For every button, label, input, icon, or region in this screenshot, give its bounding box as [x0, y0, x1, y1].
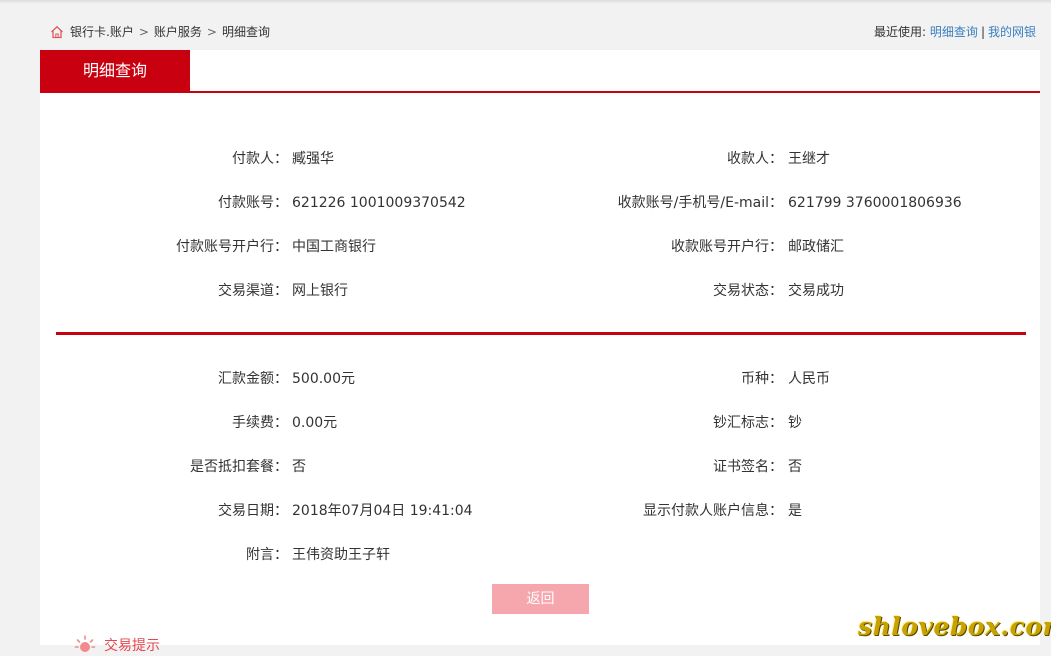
cert-value: 否 — [788, 459, 802, 475]
fee-value: 0.00元 — [292, 415, 338, 431]
recent-links: 最近使用: 明细查询 | 我的网银 — [874, 23, 1036, 40]
payee-account-value: 621799 3760001806936 — [788, 195, 962, 211]
payer-account-label: 付款账号： — [218, 195, 288, 211]
payer-bank-label: 付款账号开户行： — [176, 239, 288, 255]
breadcrumb-item-detail-query: 明细查询 — [221, 25, 270, 39]
payee-bank-label: 收款账号开户行： — [671, 239, 783, 255]
status-value: 交易成功 — [788, 283, 844, 299]
recent-link-my-bank[interactable]: 我的网银 — [988, 25, 1036, 39]
date-value: 2018年07月04日 19:41:04 — [292, 503, 473, 519]
payee-bank-value: 邮政储汇 — [788, 239, 844, 255]
cert-label: 证书签名： — [713, 459, 783, 475]
breadcrumb-item-account-service[interactable]: 账户服务 — [154, 23, 202, 40]
row-account: 付款账号： 621226 1001009370542 收款账号/手机号/E-ma… — [40, 193, 1040, 213]
row-date: 交易日期： 2018年07月04日 19:41:04 显示付款人账户信息： 是 — [40, 501, 1040, 521]
row-bank: 付款账号开户行： 中国工商银行 收款账号开户行： 邮政储汇 — [40, 237, 1040, 257]
currency-value: 人民币 — [788, 371, 830, 387]
payer-account-value: 621226 1001009370542 — [292, 195, 466, 211]
payee-account-label: 收款账号/手机号/E-mail： — [617, 195, 783, 211]
top-shadow — [0, 0, 1051, 4]
cash-flag-label: 钞汇标志： — [713, 415, 783, 431]
show-info-label: 显示付款人账户信息： — [643, 503, 783, 519]
tab-bar: 明细查询 — [40, 50, 1040, 93]
row-amount: 汇款金额： 500.00元 币种： 人民币 — [40, 369, 1040, 389]
amount-value: 500.00元 — [292, 371, 355, 387]
fee-label: 手续费： — [232, 415, 288, 431]
payee-label: 收款人： — [727, 151, 783, 167]
home-icon[interactable] — [50, 25, 64, 39]
row-package: 是否抵扣套餐： 否 证书签名： 否 — [40, 457, 1040, 477]
amount-label: 汇款金额： — [218, 371, 288, 387]
breadcrumb-separator: > — [206, 24, 217, 39]
breadcrumb-bar: 银行卡.账户 > 账户服务 > 明细查询 最近使用: 明细查询 | 我的网银 — [40, 18, 1036, 44]
detail-panel: 明细查询 付款人： 臧强华 收款人： 王继才 付款账号： 621226 1001… — [40, 50, 1040, 654]
tips-label: 交易提示 — [104, 638, 160, 654]
payer-value: 臧强华 — [292, 151, 334, 167]
back-button[interactable]: 返回 — [492, 584, 589, 614]
row-payer: 付款人： 臧强华 收款人： 王继才 — [40, 149, 1040, 169]
row-channel: 交易渠道： 网上银行 交易状态： 交易成功 — [40, 281, 1040, 301]
status-label: 交易状态： — [713, 283, 783, 299]
lightbulb-icon — [74, 635, 96, 652]
tab-detail-query[interactable]: 明细查询 — [40, 50, 190, 91]
row-fee: 手续费： 0.00元 钞汇标志： 钞 — [40, 413, 1040, 433]
breadcrumb-item-card-account[interactable]: 银行卡.账户 — [70, 23, 134, 40]
recent-separator: | — [980, 25, 985, 39]
show-info-value: 是 — [788, 503, 802, 519]
currency-label: 币种： — [741, 371, 783, 387]
package-label: 是否抵扣套餐： — [190, 459, 288, 475]
payee-value: 王继才 — [788, 151, 830, 167]
section-divider — [56, 332, 1026, 335]
breadcrumb: 银行卡.账户 > 账户服务 > 明细查询 — [50, 23, 270, 40]
watermark-text: shlovebox.com — [858, 612, 1051, 641]
package-value: 否 — [292, 459, 306, 475]
transaction-tips: 交易提示 — [74, 634, 160, 656]
recent-link-detail-query[interactable]: 明细查询 — [930, 25, 978, 39]
breadcrumb-separator: > — [138, 24, 149, 39]
recent-label: 最近使用: — [874, 25, 927, 39]
note-label: 附言： — [246, 547, 288, 563]
row-note: 附言： 王伟资助王子轩 — [40, 545, 1040, 565]
payer-bank-value: 中国工商银行 — [292, 239, 376, 255]
date-label: 交易日期： — [218, 503, 288, 519]
payer-label: 付款人： — [232, 151, 288, 167]
note-value: 王伟资助王子轩 — [292, 547, 390, 563]
cash-flag-value: 钞 — [788, 415, 802, 431]
channel-value: 网上银行 — [292, 283, 348, 299]
channel-label: 交易渠道： — [218, 283, 288, 299]
